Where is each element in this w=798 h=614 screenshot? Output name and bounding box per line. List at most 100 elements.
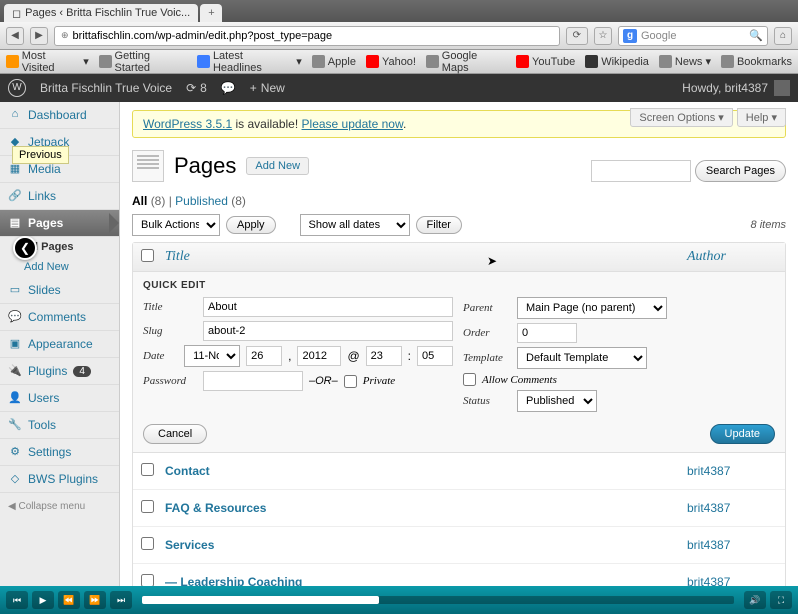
admin-updates[interactable]: ⟳8	[186, 81, 207, 95]
cancel-button[interactable]: Cancel	[143, 424, 207, 444]
nag-version-link[interactable]: WordPress 3.5.1	[143, 117, 232, 131]
player-step-back-icon[interactable]: ⏪	[58, 591, 80, 609]
bookmark-yahoo[interactable]: Yahoo!	[366, 55, 416, 68]
menu-settings[interactable]: ⚙Settings	[0, 439, 119, 466]
qe-day-input[interactable]	[246, 346, 282, 366]
qe-minute-input[interactable]	[417, 346, 453, 366]
column-author[interactable]: Author	[687, 249, 777, 265]
bookmark-news[interactable]: News▾	[659, 55, 711, 68]
bookmark-apple[interactable]: Apple	[312, 55, 356, 68]
reload-icon[interactable]: ⟳	[566, 27, 588, 45]
select-all-checkbox[interactable]	[141, 249, 154, 262]
qe-allow-comments-checkbox[interactable]	[463, 373, 476, 386]
url-field[interactable]: ⊕ brittafischlin.com/wp-admin/edit.php?p…	[54, 26, 560, 46]
filter-button[interactable]: Filter	[416, 216, 462, 234]
menu-comments[interactable]: 💬Comments	[0, 304, 119, 331]
menu-dashboard[interactable]: ⌂Dashboard	[0, 102, 119, 129]
menu-appearance[interactable]: ▣Appearance	[0, 331, 119, 358]
dates-select[interactable]: Show all dates	[300, 214, 410, 236]
qe-order-input[interactable]	[517, 323, 577, 343]
qe-private-checkbox[interactable]	[344, 375, 357, 388]
folder-icon	[6, 55, 19, 68]
bulk-actions-select[interactable]: Bulk Actions	[132, 214, 220, 236]
row-checkbox[interactable]	[141, 537, 154, 550]
menu-users[interactable]: 👤Users	[0, 385, 119, 412]
row-checkbox[interactable]	[141, 463, 154, 476]
search-pages-input[interactable]	[591, 160, 691, 182]
bookmark-wikipedia[interactable]: Wikipedia	[585, 55, 649, 68]
browser-search[interactable]: g Google 🔍	[618, 26, 768, 46]
add-new-button[interactable]: Add New	[246, 157, 309, 175]
browser-back-icon[interactable]: ◀	[6, 27, 24, 45]
menu-bws-plugins[interactable]: ◇BWS Plugins	[0, 466, 119, 493]
bookmark-most-visited[interactable]: Most Visited▾	[6, 50, 89, 74]
help-tab[interactable]: Help ▾	[737, 108, 786, 127]
qe-slug-input[interactable]	[203, 321, 453, 341]
row-checkbox[interactable]	[141, 574, 154, 586]
screen-options-tab[interactable]: Screen Options ▾	[630, 108, 732, 127]
admin-new[interactable]: +New	[250, 81, 285, 95]
qe-slug-label: Slug	[143, 325, 197, 337]
plugin-update-count: 4	[73, 366, 91, 377]
filter-all[interactable]: All	[132, 194, 147, 208]
bookmark-google-maps[interactable]: Google Maps	[426, 50, 506, 74]
wp-content: Screen Options ▾ Help ▾ WordPress 3.5.1 …	[120, 102, 798, 586]
admin-site-name[interactable]: Britta Fischlin True Voice	[40, 81, 172, 95]
home-icon[interactable]: ⌂	[774, 27, 792, 45]
player-fullscreen-icon[interactable]: ⛶	[770, 591, 792, 609]
nag-update-link[interactable]: Please update now	[302, 117, 403, 131]
admin-howdy[interactable]: Howdy, brit4387	[682, 80, 790, 96]
new-tab-button[interactable]: +	[200, 4, 222, 22]
bookmark-youtube[interactable]: YouTube	[516, 55, 575, 68]
browser-forward-icon[interactable]: ▶	[30, 27, 48, 45]
row-title-link[interactable]: FAQ & Resources	[165, 501, 266, 515]
media-icon: ▦	[8, 162, 22, 176]
menu-tools[interactable]: 🔧Tools	[0, 412, 119, 439]
qe-title-input[interactable]	[203, 297, 453, 317]
menu-pages[interactable]: ▤Pages	[0, 210, 119, 237]
star-icon[interactable]: ☆	[594, 27, 612, 45]
bookmarks-bar: Most Visited▾ Getting Started Latest Hea…	[0, 50, 798, 74]
submenu-add-new[interactable]: Add New	[0, 257, 119, 277]
row-author[interactable]: brit4387	[687, 538, 777, 552]
menu-links[interactable]: 🔗Links	[0, 183, 119, 210]
bookmark-latest-headlines[interactable]: Latest Headlines▾	[197, 50, 302, 74]
player-step-fwd-icon[interactable]: ⏩	[84, 591, 106, 609]
previous-overlay-button[interactable]: ❮	[13, 236, 37, 260]
player-skip-end-icon[interactable]: ⏭	[110, 591, 132, 609]
view-filters: All (8) | Published (8)	[120, 194, 798, 214]
wp-logo-icon[interactable]: W	[8, 79, 26, 97]
qe-password-input[interactable]	[203, 371, 303, 391]
player-volume-icon[interactable]: 🔊	[744, 591, 766, 609]
menu-slides[interactable]: ▭Slides	[0, 277, 119, 304]
row-author[interactable]: brit4387	[687, 575, 777, 586]
qe-hour-input[interactable]	[366, 346, 402, 366]
qe-month-select[interactable]: 11-Nov	[184, 345, 240, 367]
qe-title-label: Title	[143, 301, 197, 313]
qe-private-label: Private	[363, 375, 395, 387]
player-play-icon[interactable]: ▶	[32, 591, 54, 609]
filter-published[interactable]: Published	[175, 194, 228, 208]
row-title-link[interactable]: — Leadership Coaching	[165, 575, 302, 586]
collapse-menu[interactable]: ◀ Collapse menu	[0, 493, 119, 520]
column-title[interactable]: Title	[165, 249, 687, 265]
apply-button[interactable]: Apply	[226, 216, 276, 234]
player-progress[interactable]	[142, 596, 734, 604]
search-pages-button[interactable]: Search Pages	[695, 160, 786, 182]
qe-parent-select[interactable]: Main Page (no parent)	[517, 297, 667, 319]
bookmark-getting-started[interactable]: Getting Started	[99, 50, 187, 74]
browser-tab-active[interactable]: ◻ Pages ‹ Britta Fischlin True Voic...	[4, 4, 198, 22]
update-button[interactable]: Update	[710, 424, 775, 444]
admin-comments[interactable]: 💬	[221, 81, 236, 95]
qe-template-select[interactable]: Default Template	[517, 347, 647, 369]
row-author[interactable]: brit4387	[687, 464, 777, 478]
menu-plugins[interactable]: 🔌Plugins4	[0, 358, 119, 385]
bookmark-bookmarks[interactable]: Bookmarks	[721, 55, 792, 68]
row-author[interactable]: brit4387	[687, 501, 777, 515]
qe-year-input[interactable]	[297, 346, 341, 366]
row-title-link[interactable]: Contact	[165, 464, 210, 478]
player-rewind-start-icon[interactable]: ⏮	[6, 591, 28, 609]
row-checkbox[interactable]	[141, 500, 154, 513]
qe-status-select[interactable]: Published	[517, 390, 597, 412]
row-title-link[interactable]: Services	[165, 538, 214, 552]
